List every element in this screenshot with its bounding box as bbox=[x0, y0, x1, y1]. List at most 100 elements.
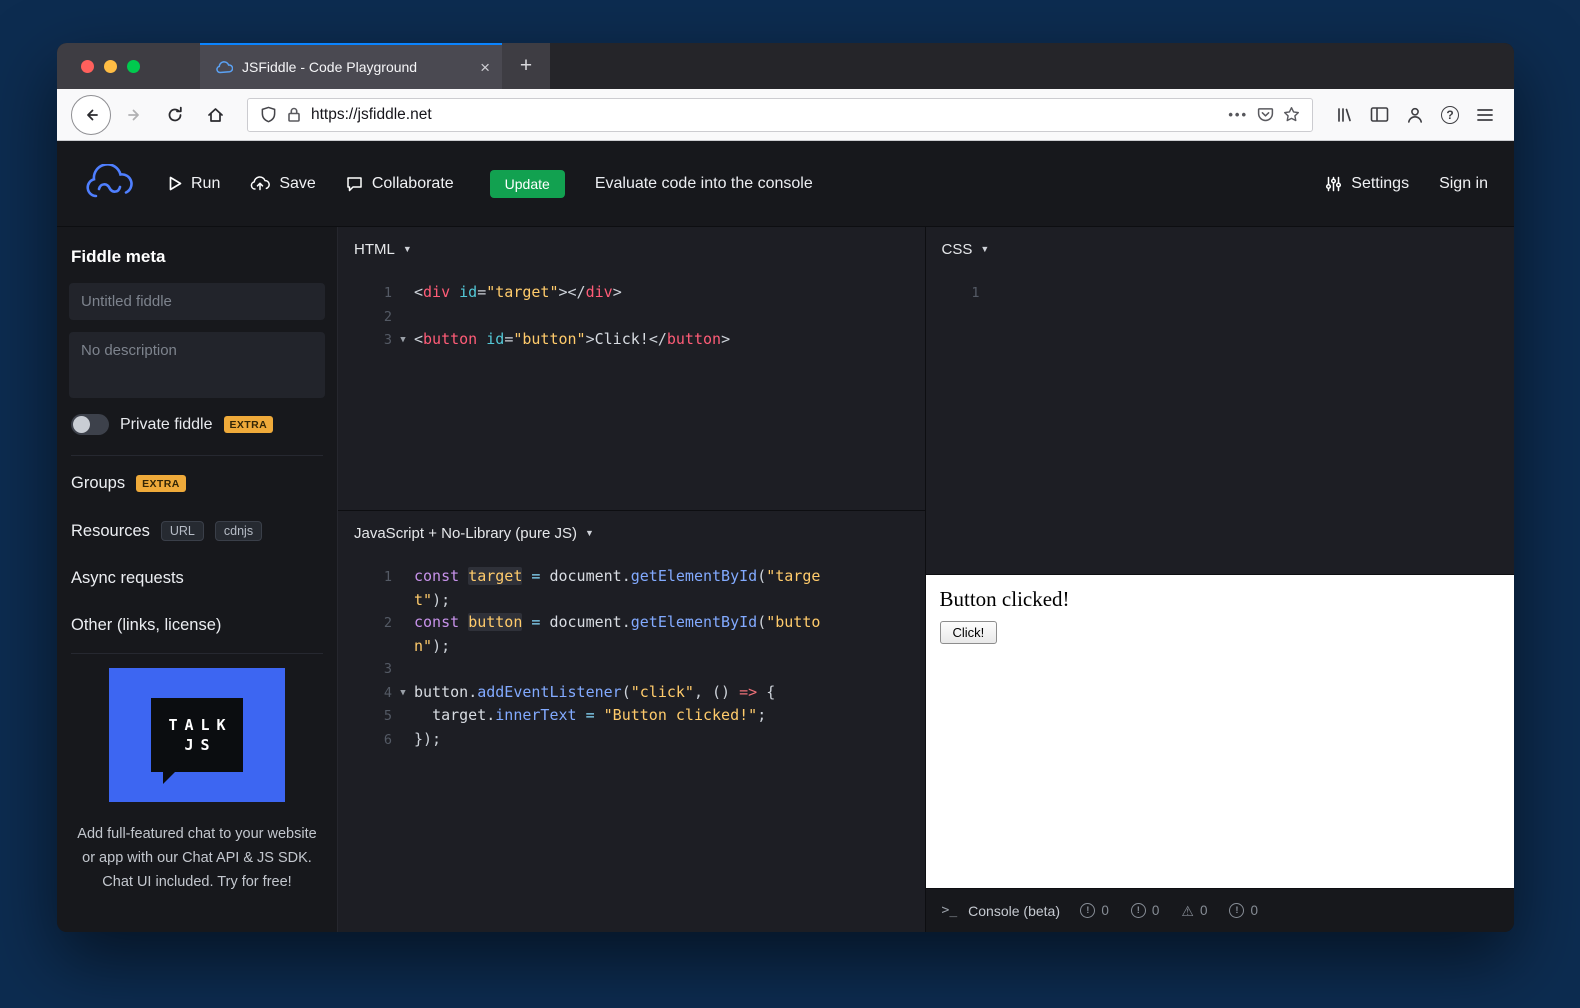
home-button[interactable] bbox=[197, 97, 233, 133]
code-token: > bbox=[721, 330, 730, 348]
code-text: button.addEventListener("click", () => { bbox=[414, 681, 775, 705]
play-icon bbox=[169, 176, 182, 191]
sidebar-divider bbox=[71, 653, 323, 654]
update-button[interactable]: Update bbox=[490, 170, 565, 198]
console-label: Console (beta) bbox=[968, 903, 1060, 919]
code-line[interactable]: 3▼<button id="button">Click!</button> bbox=[338, 328, 925, 352]
fold-arrow-icon[interactable]: ▼ bbox=[392, 328, 414, 352]
css-editor[interactable]: 1 bbox=[926, 271, 1515, 574]
code-text: }); bbox=[414, 728, 441, 752]
console-log-counter[interactable]: ! 0 bbox=[1229, 903, 1258, 918]
page-actions-icon[interactable]: ••• bbox=[1228, 107, 1248, 122]
sidebar-item-resources[interactable]: Resources URL cdnjs bbox=[69, 507, 325, 555]
save-button[interactable]: Save bbox=[250, 175, 315, 193]
code-token: . bbox=[622, 567, 631, 585]
pocket-icon[interactable] bbox=[1257, 106, 1274, 123]
talkjs-ad-caption[interactable]: Add full-featured chat to your website o… bbox=[70, 822, 324, 894]
chevron-down-icon[interactable]: ▼ bbox=[585, 528, 594, 538]
code-token bbox=[459, 613, 468, 631]
toggle-knob bbox=[73, 416, 90, 433]
talkjs-ad-image[interactable]: TALK JS bbox=[109, 668, 285, 802]
back-button[interactable] bbox=[71, 95, 111, 135]
code-line[interactable]: 1<div id="target"></div> bbox=[338, 281, 925, 305]
code-token: const bbox=[414, 613, 459, 631]
code-line[interactable]: 1const target = document.getElementById(… bbox=[338, 565, 925, 589]
html-panel-header[interactable]: HTML ▼ bbox=[338, 227, 925, 271]
css-panel-title: CSS bbox=[942, 241, 973, 258]
code-line[interactable]: 2 bbox=[338, 305, 925, 329]
code-token bbox=[459, 567, 468, 585]
forward-button[interactable] bbox=[117, 97, 153, 133]
sidebar-toggle-icon[interactable] bbox=[1370, 106, 1389, 123]
code-token: button bbox=[667, 330, 721, 348]
url-text[interactable]: https://jsfiddle.net bbox=[311, 106, 432, 124]
code-token: "button" bbox=[513, 330, 585, 348]
collaborate-label: Collaborate bbox=[372, 175, 454, 193]
console-bar[interactable]: >_ Console (beta) ! 0 ! 0 bbox=[926, 888, 1515, 932]
fiddle-title-input[interactable] bbox=[69, 283, 325, 320]
error-circle-icon: ! bbox=[1131, 903, 1146, 918]
code-line[interactable]: 1 bbox=[926, 281, 1515, 305]
menu-hamburger-icon[interactable] bbox=[1476, 108, 1494, 122]
result-click-button[interactable]: Click! bbox=[940, 621, 998, 644]
chevron-down-icon[interactable]: ▼ bbox=[980, 244, 989, 254]
sign-in-link[interactable]: Sign in bbox=[1439, 175, 1488, 193]
home-icon bbox=[206, 106, 225, 124]
code-line[interactable]: 2const button = document.getElementById(… bbox=[338, 611, 925, 635]
console-prompt-icon: >_ bbox=[942, 903, 958, 918]
help-icon[interactable]: ? bbox=[1441, 106, 1459, 124]
chevron-down-icon[interactable]: ▼ bbox=[403, 244, 412, 254]
code-token bbox=[450, 283, 459, 301]
warning-triangle-icon: ⚠ bbox=[1181, 904, 1194, 918]
shield-icon[interactable] bbox=[260, 106, 277, 123]
html-editor[interactable]: 1<div id="target"></div>23▼<button id="b… bbox=[338, 271, 925, 510]
minimize-window-button[interactable] bbox=[104, 60, 117, 73]
browser-tab[interactable]: JSFiddle - Code Playground × bbox=[200, 43, 502, 89]
code-token: innerText bbox=[495, 706, 576, 724]
sidebar-item-groups[interactable]: Groups EXTRA bbox=[69, 460, 325, 507]
code-line[interactable]: 4▼button.addEventListener("click", () =>… bbox=[338, 681, 925, 705]
code-line[interactable]: t"); bbox=[338, 589, 925, 612]
sidebar-divider bbox=[71, 455, 323, 456]
code-line[interactable]: n"); bbox=[338, 635, 925, 658]
run-button[interactable]: Run bbox=[169, 175, 220, 193]
zoom-window-button[interactable] bbox=[127, 60, 140, 73]
sidebar-item-other[interactable]: Other (links, license) bbox=[69, 602, 325, 649]
code-token: "Button clicked!" bbox=[604, 706, 758, 724]
bookmark-star-icon[interactable] bbox=[1283, 106, 1300, 123]
resource-chip-url[interactable]: URL bbox=[161, 521, 204, 541]
account-icon[interactable] bbox=[1406, 106, 1424, 124]
js-panel-header[interactable]: JavaScript + No-Library (pure JS) ▼ bbox=[338, 511, 925, 555]
new-tab-button[interactable]: + bbox=[502, 43, 550, 89]
collaborate-button[interactable]: Collaborate bbox=[346, 175, 454, 193]
lock-icon[interactable] bbox=[286, 106, 302, 123]
jsfiddle-logo-icon[interactable] bbox=[83, 164, 139, 204]
navigation-toolbar: https://jsfiddle.net ••• bbox=[57, 89, 1514, 141]
console-count: 0 bbox=[1152, 903, 1160, 918]
reload-button[interactable] bbox=[157, 97, 193, 133]
css-panel-header[interactable]: CSS ▼ bbox=[926, 227, 1515, 271]
close-window-button[interactable] bbox=[81, 60, 94, 73]
library-icon[interactable] bbox=[1335, 106, 1353, 124]
result-heading: Button clicked! bbox=[940, 587, 1501, 612]
sidebar-item-async-requests[interactable]: Async requests bbox=[69, 555, 325, 602]
code-line[interactable]: 3 bbox=[338, 657, 925, 681]
async-label: Async requests bbox=[71, 569, 184, 588]
fold-arrow-icon[interactable]: ▼ bbox=[392, 681, 414, 705]
console-warning-counter[interactable]: ⚠ 0 bbox=[1181, 903, 1207, 918]
code-line[interactable]: 6}); bbox=[338, 728, 925, 752]
code-token: getElementById bbox=[631, 613, 757, 631]
js-editor[interactable]: 1const target = document.getElementById(… bbox=[338, 555, 925, 932]
tab-bar: JSFiddle - Code Playground × + bbox=[57, 43, 1514, 89]
private-fiddle-toggle[interactable] bbox=[71, 414, 109, 435]
resource-chip-cdnjs[interactable]: cdnjs bbox=[215, 521, 262, 541]
settings-button[interactable]: Settings bbox=[1325, 175, 1409, 193]
console-error-counter[interactable]: ! 0 bbox=[1131, 903, 1160, 918]
address-bar[interactable]: https://jsfiddle.net ••• bbox=[247, 98, 1313, 132]
fiddle-description-input[interactable] bbox=[69, 332, 325, 398]
talkjs-ad[interactable]: TALK JS Add full-featured chat to your w… bbox=[69, 668, 325, 894]
code-token bbox=[577, 706, 586, 724]
tab-close-icon[interactable]: × bbox=[480, 59, 490, 76]
console-info-counter[interactable]: ! 0 bbox=[1080, 903, 1109, 918]
code-line[interactable]: 5 target.innerText = "Button clicked!"; bbox=[338, 704, 925, 728]
